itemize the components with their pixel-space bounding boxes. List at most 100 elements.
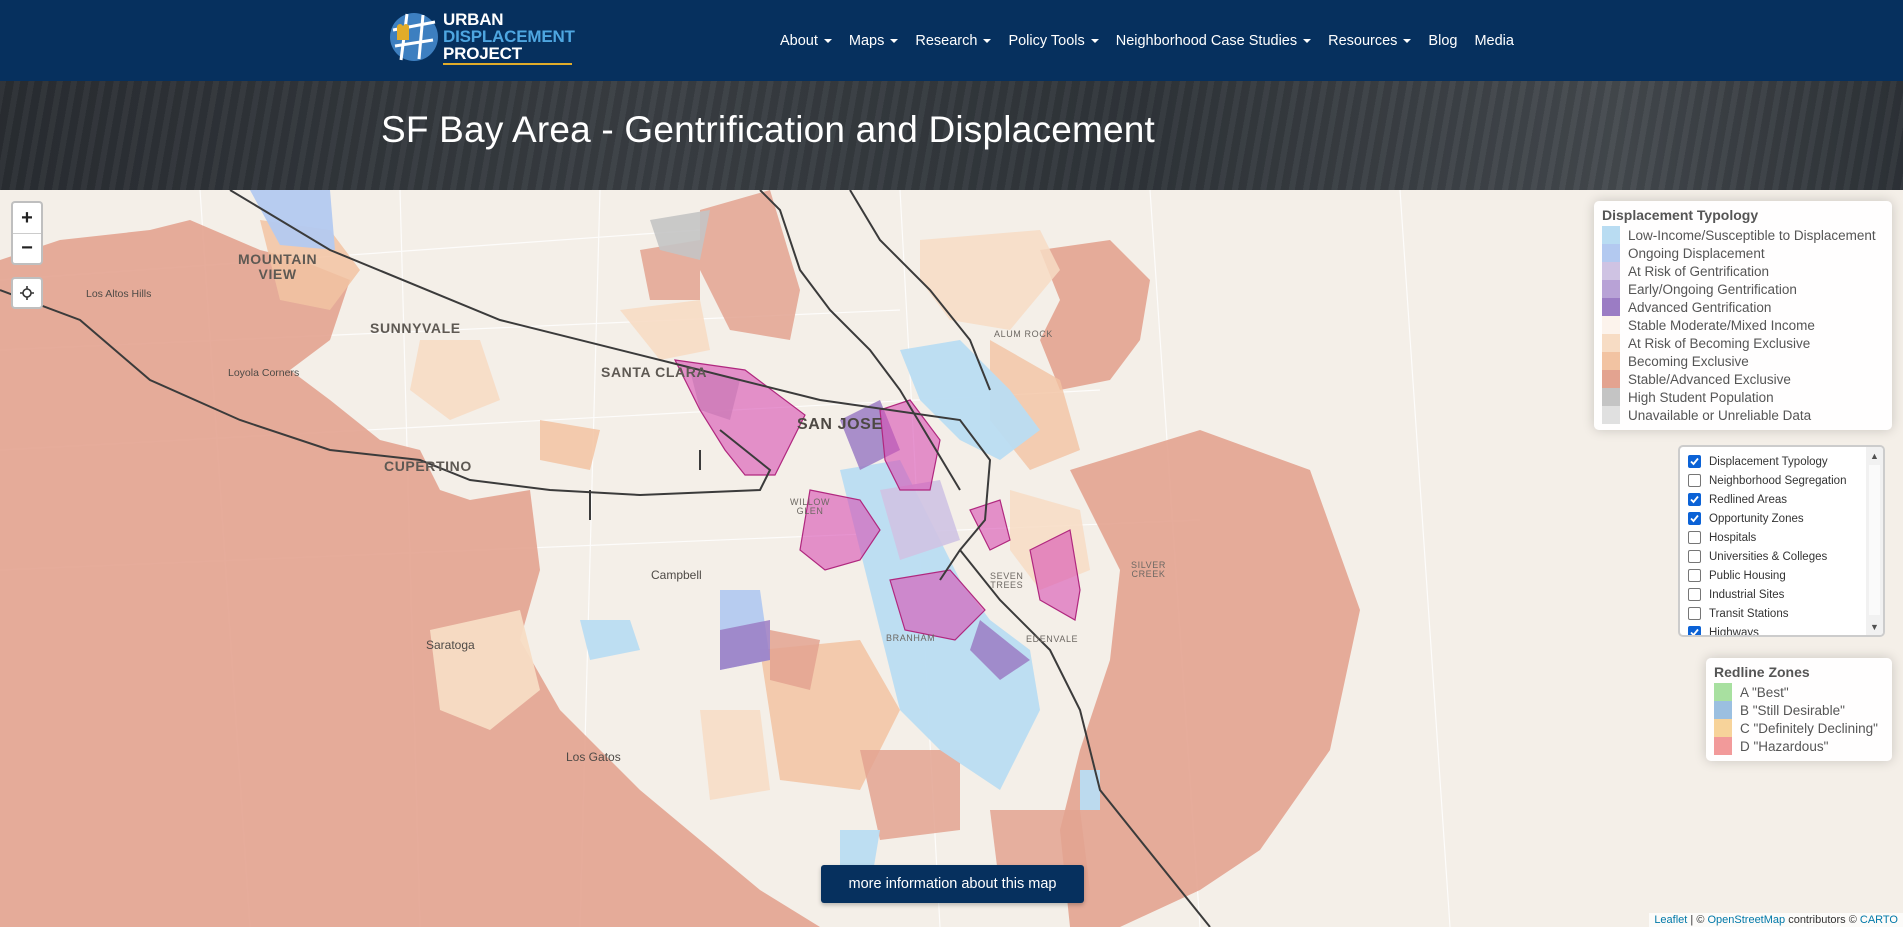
checkbox-unchecked-icon[interactable] — [1688, 550, 1701, 563]
highway-85 — [589, 450, 701, 520]
layer-toggle[interactable]: Highways — [1688, 623, 1866, 635]
layer-toggle[interactable]: Hospitals — [1688, 528, 1866, 547]
crosshair-icon — [20, 286, 34, 300]
tract-at-risk-north — [620, 300, 710, 360]
layer-toggle[interactable]: Redlined Areas — [1688, 490, 1866, 509]
legend-swatch — [1602, 244, 1620, 262]
legend-swatch — [1602, 352, 1620, 370]
scroll-up-icon[interactable]: ▲ — [1866, 447, 1883, 464]
label-santa-clara: SANTA CLARA — [601, 364, 708, 380]
displacement-legend-item: Low-Income/Susceptible to Displacement — [1602, 226, 1884, 244]
leaflet-link[interactable]: Leaflet — [1654, 914, 1687, 926]
logo-line-1: URBAN — [443, 10, 504, 29]
label-saratoga: Saratoga — [426, 638, 475, 652]
legend-swatch — [1602, 262, 1620, 280]
nav-about[interactable]: About — [780, 33, 832, 49]
legend-swatch — [1714, 737, 1732, 755]
tract-stable-exclusive-southeast — [1060, 430, 1360, 927]
label-loyola-corners: Loyola Corners — [228, 367, 300, 379]
legend-swatch — [1714, 683, 1732, 701]
checkbox-unchecked-icon[interactable] — [1688, 607, 1701, 620]
label-willow-glen: WILLOW GLEN — [790, 497, 831, 516]
layer-scrollbar[interactable]: ▲ ▼ — [1866, 447, 1883, 635]
zoom-in-button[interactable]: + — [13, 203, 41, 233]
label-branham: BRANHAM — [886, 633, 936, 643]
checkbox-unchecked-icon[interactable] — [1688, 474, 1701, 487]
more-info-button[interactable]: more information about this map — [821, 865, 1084, 903]
redline-legend-title: Redline Zones — [1714, 664, 1810, 680]
legend-swatch — [1602, 316, 1620, 334]
layer-toggle[interactable]: Neighborhood Segregation — [1688, 471, 1866, 490]
displacement-legend-item: High Student Population — [1602, 388, 1884, 406]
displacement-legend-title: Displacement Typology — [1602, 207, 1759, 223]
checkbox-checked-icon[interactable] — [1688, 455, 1701, 468]
nav-research[interactable]: Research — [915, 33, 992, 49]
layer-label: Transit Stations — [1709, 607, 1789, 620]
displacement-legend-item: Early/Ongoing Gentrification — [1602, 280, 1884, 298]
legend-label: Stable/Advanced Exclusive — [1628, 371, 1791, 387]
nav-maps[interactable]: Maps — [849, 33, 899, 49]
nav-media[interactable]: Media — [1474, 33, 1514, 49]
layer-label: Hospitals — [1709, 531, 1757, 544]
map-container[interactable]: MOUNTAIN VIEW Los Altos Hills SUNNYVALE … — [0, 190, 1903, 927]
legend-label: At Risk of Gentrification — [1628, 263, 1770, 279]
checkbox-checked-icon[interactable] — [1688, 512, 1701, 525]
tract-low-income-west — [580, 620, 640, 660]
scroll-thumb[interactable] — [1869, 465, 1880, 615]
opportunity-zone-se — [969, 499, 1011, 551]
logo-line-3: PROJECT — [443, 44, 522, 63]
layer-toggle[interactable]: Industrial Sites — [1688, 585, 1866, 604]
tract-ongoing-displacement-mv — [250, 190, 335, 250]
tract-stable-exclusive-south — [860, 750, 960, 840]
legend-label: Early/Ongoing Gentrification — [1628, 281, 1797, 297]
checkbox-checked-icon[interactable] — [1688, 626, 1701, 635]
layer-control: Displacement Typology Neighborhood Segreg… — [1678, 445, 1885, 637]
redline-legend-items: A "Best" B "Still Desirable" C "Definitely… — [1714, 683, 1884, 755]
label-silver-creek: SILVER CREEK — [1131, 560, 1166, 579]
zoom-out-button[interactable]: − — [13, 233, 41, 263]
nav-policy-tools[interactable]: Policy Tools — [1008, 33, 1099, 49]
legend-swatch — [1602, 370, 1620, 388]
page-header: SF Bay Area - Gentrification and Displac… — [0, 81, 1903, 190]
udp-logo[interactable]: URBAN DISPLACEMENT PROJECT — [389, 9, 584, 65]
label-los-gatos: Los Gatos — [566, 750, 621, 764]
zoom-control: + − — [11, 201, 43, 265]
checkbox-unchecked-icon[interactable] — [1688, 569, 1701, 582]
legend-label: C "Definitely Declining" — [1740, 720, 1878, 736]
nav-resources[interactable]: Resources — [1328, 33, 1412, 49]
legend-label: B "Still Desirable" — [1740, 702, 1845, 718]
caret-down-icon — [823, 39, 832, 43]
legend-swatch — [1602, 298, 1620, 316]
redline-legend-item: C "Definitely Declining" — [1714, 719, 1884, 737]
nav-neighborhood-case-studies[interactable]: Neighborhood Case Studies — [1116, 33, 1312, 49]
label-sunnyvale: SUNNYVALE — [370, 320, 461, 336]
layer-toggle[interactable]: Opportunity Zones — [1688, 509, 1866, 528]
checkbox-checked-icon[interactable] — [1688, 493, 1701, 506]
layer-toggle[interactable]: Displacement Typology — [1688, 452, 1866, 471]
layer-toggle[interactable]: Public Housing — [1688, 566, 1866, 585]
carto-link[interactable]: CARTO — [1860, 914, 1898, 926]
layer-label: Neighborhood Segregation — [1709, 474, 1847, 487]
label-seven-trees: SEVEN TREES — [990, 571, 1024, 590]
tract-stable-exclusive-north — [700, 190, 800, 340]
globe-icon — [390, 13, 438, 61]
displacement-legend-item: Stable Moderate/Mixed Income — [1602, 316, 1884, 334]
tract-at-risk-east — [920, 230, 1060, 330]
layer-toggle[interactable]: Transit Stations — [1688, 604, 1866, 623]
osm-link[interactable]: OpenStreetMap — [1707, 914, 1785, 926]
scroll-down-icon[interactable]: ▼ — [1866, 618, 1883, 635]
logo-line-2: DISPLACEMENT — [443, 27, 575, 46]
locate-button[interactable] — [11, 277, 43, 309]
checkbox-unchecked-icon[interactable] — [1688, 531, 1701, 544]
legend-label: Stable Moderate/Mixed Income — [1628, 317, 1815, 333]
checkbox-unchecked-icon[interactable] — [1688, 588, 1701, 601]
layer-toggle[interactable]: Universities & Colleges — [1688, 547, 1866, 566]
layer-label: Universities & Colleges — [1709, 550, 1828, 563]
legend-label: Low-Income/Susceptible to Displacement — [1628, 227, 1876, 243]
logo-underline — [443, 63, 572, 65]
layer-label: Redlined Areas — [1709, 493, 1787, 506]
nav-blog[interactable]: Blog — [1428, 33, 1457, 49]
legend-label: Ongoing Displacement — [1628, 245, 1765, 261]
label-campbell: Campbell — [651, 568, 702, 582]
label-mountain-view: MOUNTAIN VIEW — [238, 251, 318, 282]
